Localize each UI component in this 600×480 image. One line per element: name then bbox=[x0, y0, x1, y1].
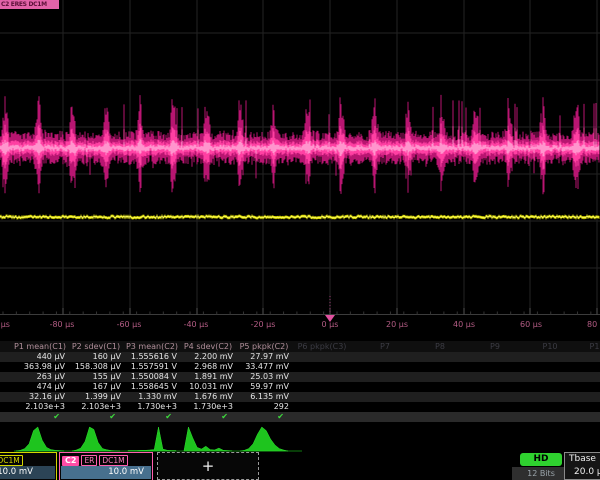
measurement-value: 27.97 mV bbox=[236, 352, 289, 361]
measurement-value: 1.676 mV bbox=[180, 392, 233, 401]
c1-trace-core bbox=[0, 216, 599, 218]
measurement-value: 1.330 mV bbox=[124, 392, 177, 401]
measurement-value: 363.98 µV bbox=[12, 362, 65, 371]
time-tick-label: -20 µs bbox=[236, 320, 290, 329]
measurement-value: 160 µV bbox=[68, 352, 121, 361]
measurement-value: 6.135 mV bbox=[236, 392, 289, 401]
waveform-grid bbox=[0, 0, 600, 330]
measurement-value: 1.730e+3 bbox=[124, 402, 177, 411]
hd-mode-badge[interactable]: HD bbox=[520, 453, 562, 466]
measurement-value: 2.200 mV bbox=[180, 352, 233, 361]
time-tick-label: -60 µs bbox=[102, 320, 156, 329]
time-tick-label: -100 µs bbox=[0, 320, 22, 329]
measurement-header[interactable]: P1 mean(C1) bbox=[12, 342, 68, 351]
time-tick-label: 0 µs bbox=[303, 320, 357, 329]
measurement-value: 1.399 µV bbox=[68, 392, 121, 401]
measurement-header[interactable]: P5 pkpk(C2) bbox=[236, 342, 292, 351]
measurement-value: 474 µV bbox=[12, 382, 65, 391]
measurement-header-inactive[interactable]: P6 pkpk(C3) bbox=[298, 342, 347, 351]
measurement-value: 1.555616 V bbox=[124, 352, 177, 361]
measurement-value: 1.550084 V bbox=[124, 372, 177, 381]
histicon[interactable] bbox=[184, 427, 232, 451]
measurement-value: 1.558645 V bbox=[124, 382, 177, 391]
measurement-header-inactive[interactable]: P10 bbox=[542, 342, 557, 351]
measurement-status-check: ✔ bbox=[68, 412, 116, 421]
measurement-value: 1.557591 V bbox=[124, 362, 177, 371]
measurement-value: 263 µV bbox=[12, 372, 65, 381]
c2-coupling-badge: DC1M bbox=[99, 455, 127, 466]
timebase-descriptor-box[interactable]: Tbase 20.0 µs bbox=[564, 452, 600, 480]
time-tick-label: 60 µs bbox=[504, 320, 558, 329]
time-tick-label: -80 µs bbox=[35, 320, 89, 329]
measurement-header-inactive[interactable]: P9 bbox=[490, 342, 500, 351]
c2-trace-bright bbox=[0, 124, 599, 170]
histicon[interactable] bbox=[16, 427, 64, 451]
measurement-status-check: ✔ bbox=[12, 412, 60, 421]
histicon[interactable] bbox=[128, 427, 176, 451]
histicon[interactable] bbox=[72, 427, 120, 451]
c2-channel-badge: C2 bbox=[62, 456, 79, 466]
measurement-value: 155 µV bbox=[68, 372, 121, 381]
measurement-value: 440 µV bbox=[12, 352, 65, 361]
measurement-header[interactable]: P2 sdev(C1) bbox=[68, 342, 124, 351]
measurement-header-inactive[interactable]: P11 bbox=[589, 342, 600, 351]
measurement-value: 1.730e+3 bbox=[180, 402, 233, 411]
histicon[interactable] bbox=[240, 427, 288, 451]
measurement-value: 10.031 mV bbox=[180, 382, 233, 391]
oscilloscope-screen: C2 ERES DC1M -100 µs -80 µs -60 µs -40 µs -2… bbox=[0, 0, 600, 480]
time-tick-label: 80 µs bbox=[571, 320, 600, 329]
c1-coupling-badge: DC1M bbox=[0, 455, 23, 466]
measurement-header-inactive[interactable]: P7 bbox=[380, 342, 390, 351]
c1-trace bbox=[0, 215, 599, 220]
add-trace-button[interactable]: + bbox=[157, 452, 259, 480]
measurement-table[interactable]: P1 mean(C1)P2 sdev(C1)P3 mean(C2)P4 sdev… bbox=[0, 341, 600, 423]
timebase-label: Tbase bbox=[569, 454, 596, 464]
measurement-header[interactable]: P4 sdev(C2) bbox=[180, 342, 236, 351]
c2-eres-badge: ER bbox=[81, 455, 97, 466]
c2-trace-core bbox=[0, 139, 599, 157]
measurement-header-inactive[interactable]: P8 bbox=[435, 342, 445, 351]
measurement-value: 59.97 mV bbox=[236, 382, 289, 391]
timebase-value: 20.0 µs bbox=[574, 467, 600, 477]
measurement-histicons[interactable] bbox=[0, 424, 330, 454]
measurement-status-check: ✔ bbox=[180, 412, 228, 421]
measurement-value: 167 µV bbox=[68, 382, 121, 391]
measurement-value: 158.308 µV bbox=[68, 362, 121, 371]
c1-descriptor-box[interactable]: C1 DC1M 10.0 mV bbox=[0, 452, 57, 480]
measurement-value: 33.477 mV bbox=[236, 362, 289, 371]
hd-bits-label: 12 Bits bbox=[512, 467, 570, 480]
time-tick-label: 40 µs bbox=[437, 320, 491, 329]
measurement-value: 2.968 mV bbox=[180, 362, 233, 371]
time-tick-label: 20 µs bbox=[370, 320, 424, 329]
c2-vertical-scale: 10.0 mV bbox=[61, 466, 151, 479]
measurement-status-check: ✔ bbox=[236, 412, 284, 421]
measurement-value: 1.891 mV bbox=[180, 372, 233, 381]
measurement-header[interactable]: P3 mean(C2) bbox=[124, 342, 180, 351]
measurement-status-check: ✔ bbox=[124, 412, 172, 421]
trace-annotation-badge: C2 ERES DC1M bbox=[0, 0, 59, 9]
measurement-value: 2.103e+3 bbox=[68, 402, 121, 411]
c2-trace bbox=[0, 95, 599, 194]
c1-vertical-scale: 10.0 mV bbox=[0, 466, 55, 479]
measurement-value: 25.03 mV bbox=[236, 372, 289, 381]
c2-descriptor-box[interactable]: C2 ER DC1M 10.0 mV bbox=[59, 452, 153, 480]
measurement-value: 292 bbox=[236, 402, 289, 411]
measurement-value: 2.103e+3 bbox=[12, 402, 65, 411]
time-tick-label: -40 µs bbox=[169, 320, 223, 329]
measurement-value: 32.16 µV bbox=[12, 392, 65, 401]
